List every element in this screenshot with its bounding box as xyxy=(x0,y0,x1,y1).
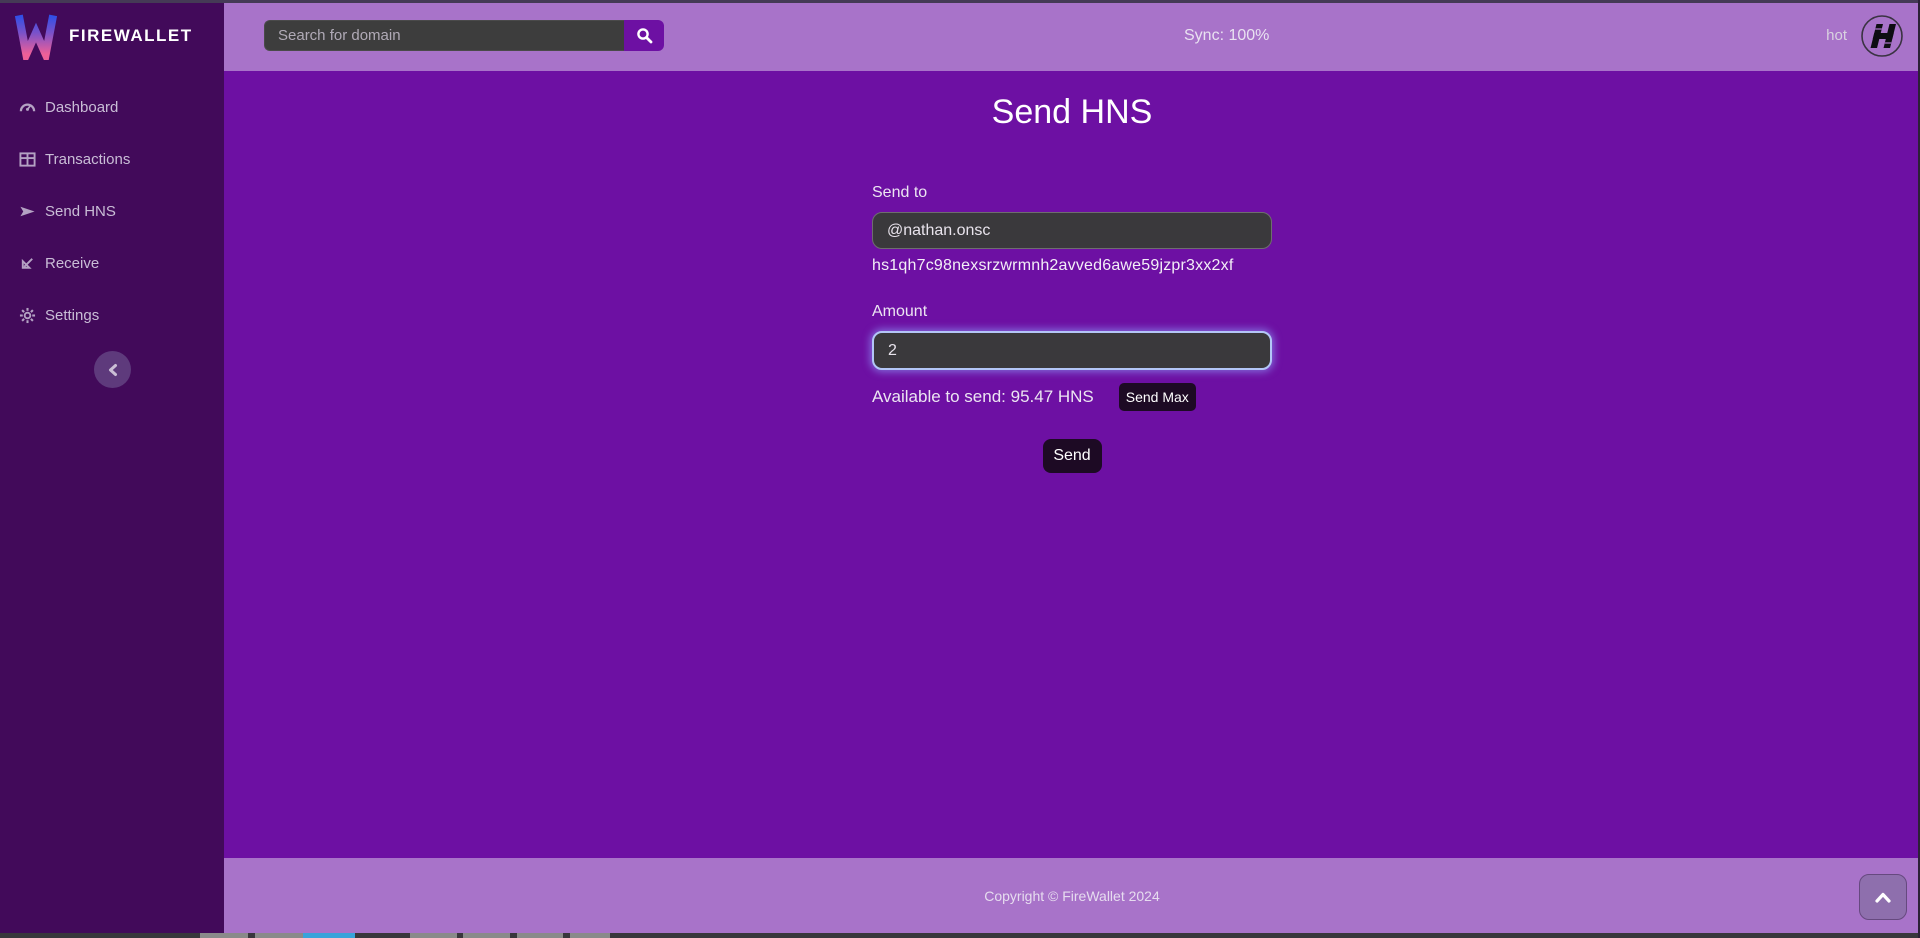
gauge-icon xyxy=(19,99,36,116)
topbar: Sync: 100% hot xyxy=(224,0,1920,71)
handshake-logo-icon xyxy=(1860,14,1904,58)
taskbar-segment[interactable] xyxy=(200,933,248,938)
footer: Copyright © FireWallet 2024 xyxy=(224,858,1920,933)
sidebar-item-label: Settings xyxy=(45,307,99,324)
sidebar-collapse-button[interactable] xyxy=(94,351,131,388)
taskbar-segment-active[interactable] xyxy=(303,933,355,938)
taskbar-segment[interactable] xyxy=(410,933,457,938)
sidebar-item-send-hns[interactable]: Send HNS xyxy=(0,185,224,237)
sidebar-item-settings[interactable]: Settings xyxy=(0,289,224,341)
page-title: Send HNS xyxy=(224,93,1920,132)
taskbar-segment[interactable] xyxy=(570,933,610,938)
gear-icon xyxy=(19,307,36,324)
window-top-edge xyxy=(0,0,1920,3)
firewallet-window: FIREWALLET Dashboard Transactions xyxy=(0,0,1920,938)
domain-search xyxy=(264,20,664,51)
wallet-name-label: hot xyxy=(1826,27,1847,44)
available-row: Available to send: 95.47 HNS Send Max xyxy=(872,383,1272,411)
wallet-menu-button[interactable] xyxy=(1860,14,1904,58)
search-input[interactable] xyxy=(264,20,624,51)
brand: FIREWALLET xyxy=(0,0,224,71)
available-balance-text: Available to send: 95.47 HNS xyxy=(872,387,1094,407)
sidebar: FIREWALLET Dashboard Transactions xyxy=(0,0,224,933)
taskbar-strip xyxy=(0,933,1920,938)
taskbar-segment[interactable] xyxy=(463,933,510,938)
taskbar-segment[interactable] xyxy=(255,933,303,938)
search-button[interactable] xyxy=(624,20,664,51)
resolved-address: hs1qh7c98nexsrzwrmnh2avved6awe59jzpr3xx2… xyxy=(872,257,1272,275)
paper-plane-icon xyxy=(19,203,36,220)
send-button[interactable]: Send xyxy=(1043,439,1102,473)
sidebar-item-receive[interactable]: Receive xyxy=(0,237,224,289)
send-to-label: Send to xyxy=(872,184,1272,202)
sidebar-item-dashboard[interactable]: Dashboard xyxy=(0,81,224,133)
sidebar-item-label: Transactions xyxy=(45,151,130,168)
amount-label: Amount xyxy=(872,303,1272,321)
sidebar-item-label: Send HNS xyxy=(45,203,116,220)
table-icon xyxy=(19,151,36,168)
send-form: Send to hs1qh7c98nexsrzwrmnh2avved6awe59… xyxy=(872,184,1272,473)
copyright-text: Copyright © FireWallet 2024 xyxy=(984,888,1160,904)
chevron-left-icon xyxy=(107,363,119,377)
sync-status: Sync: 100% xyxy=(1184,0,1269,71)
wallet-area: hot xyxy=(1826,0,1904,71)
sidebar-item-label: Receive xyxy=(45,255,99,272)
main-content: Send HNS Send to hs1qh7c98nexsrzwrmnh2av… xyxy=(224,71,1920,858)
send-row: Send xyxy=(872,439,1272,473)
scroll-to-top-button[interactable] xyxy=(1859,874,1907,920)
taskbar-segment[interactable] xyxy=(517,933,563,938)
sidebar-item-label: Dashboard xyxy=(45,99,118,116)
magnifier-icon xyxy=(636,27,653,44)
send-to-input[interactable] xyxy=(872,212,1272,249)
send-max-button[interactable]: Send Max xyxy=(1119,383,1196,411)
amount-input[interactable] xyxy=(872,331,1272,370)
sidebar-nav: Dashboard Transactions Send HNS xyxy=(0,81,224,341)
firewallet-logo-icon xyxy=(14,12,58,60)
chevron-up-icon xyxy=(1875,892,1891,903)
app-title: FIREWALLET xyxy=(69,26,193,46)
arrow-down-left-icon xyxy=(19,255,36,272)
sidebar-item-transactions[interactable]: Transactions xyxy=(0,133,224,185)
